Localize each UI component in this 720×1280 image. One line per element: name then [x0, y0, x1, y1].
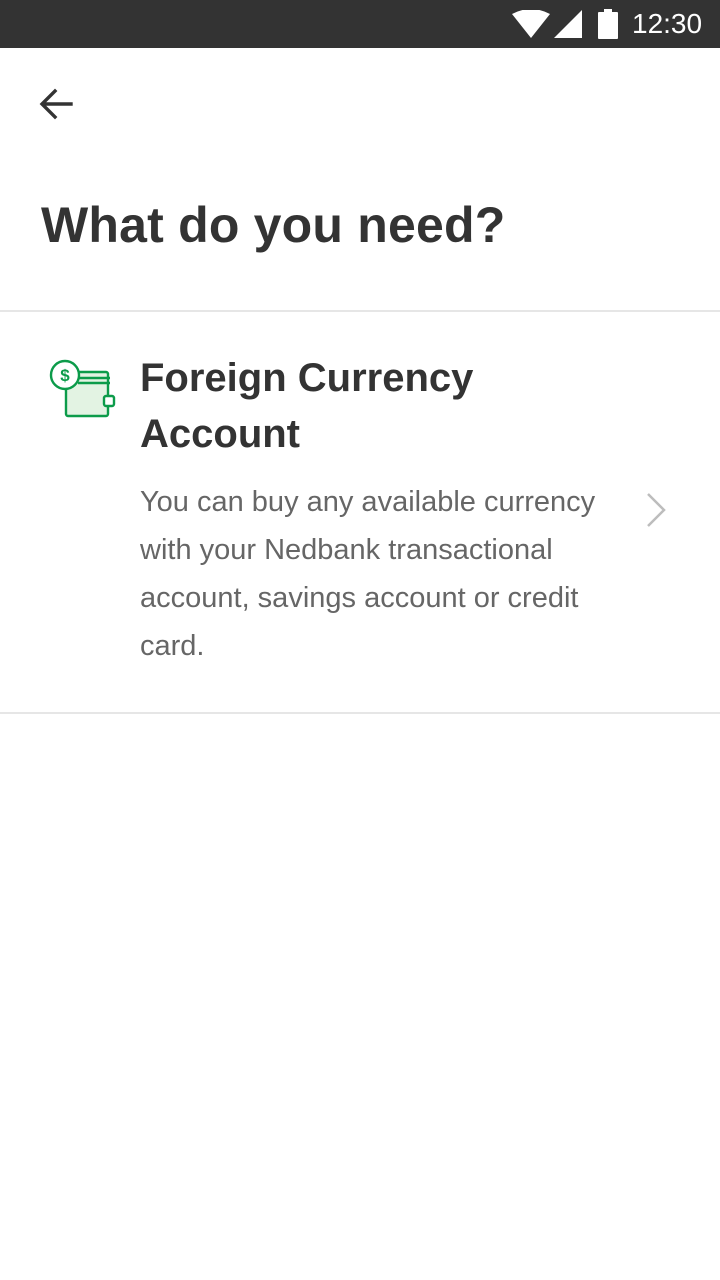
page-title: What do you need? [41, 197, 506, 253]
battery-icon [598, 9, 618, 39]
option-title: Foreign Currency Account [140, 356, 474, 456]
chevron-right-icon [647, 493, 666, 527]
status-bar: 12:30 [0, 0, 720, 48]
option-foreign-currency-account[interactable]: $ Foreign Currency Account You can buy a… [0, 312, 720, 712]
wifi-icon [512, 10, 550, 38]
option-description: You can buy any available currency with … [140, 486, 596, 662]
divider [0, 712, 720, 714]
signal-icon [554, 10, 582, 38]
status-time: 12:30 [632, 8, 703, 39]
wallet-dollar-icon: $ [49, 359, 116, 418]
svg-text:$: $ [60, 366, 70, 385]
back-button[interactable] [24, 80, 88, 128]
arrow-left-icon [39, 88, 73, 120]
